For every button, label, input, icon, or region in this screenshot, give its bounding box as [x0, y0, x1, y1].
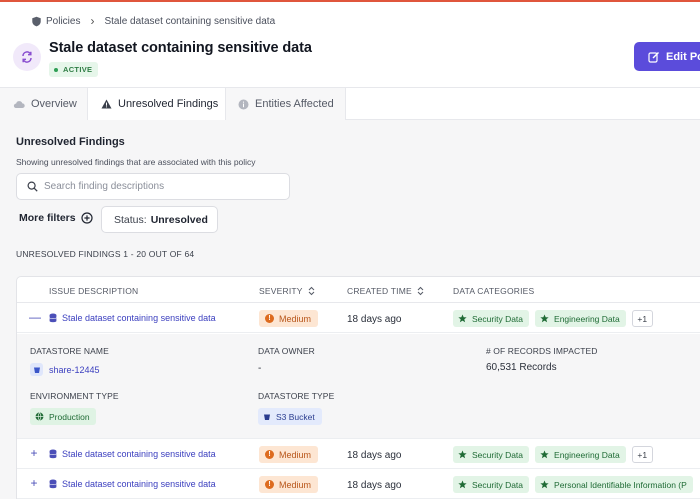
table-row[interactable]: + Stale dataset containing sensitive dat…	[17, 469, 700, 499]
warning-icon	[101, 99, 112, 109]
findings-table: ISSUE DESCRIPTION SEVERITY CREATED TIME …	[16, 276, 700, 499]
tab-entities-affected[interactable]: Entities Affected	[226, 88, 346, 120]
database-icon	[49, 313, 57, 323]
edit-icon	[648, 51, 659, 63]
more-filters-label: More filters	[19, 212, 76, 224]
data-categories: Security Data Engineering Data +1	[453, 446, 653, 463]
breadcrumb: Policies › Stale dataset containing sens…	[31, 14, 275, 28]
col-created-time[interactable]: CREATED TIME	[347, 286, 424, 296]
category-badge: Engineering Data	[535, 446, 626, 463]
info-icon	[238, 99, 249, 109]
records-impacted-value: 60,531 Records	[486, 362, 557, 373]
data-categories: Security Data Personal Identifiable Info…	[453, 476, 699, 493]
datastore-type-badge: S3 Bucket	[258, 408, 322, 425]
created-time: 18 days ago	[347, 450, 402, 461]
bucket-icon	[30, 363, 43, 376]
search-icon	[27, 181, 38, 192]
environment-badge: Production	[30, 408, 96, 425]
table-row[interactable]: + Stale dataset containing sensitive dat…	[17, 439, 700, 469]
more-categories-button[interactable]: +1	[631, 446, 653, 463]
severity-badge: ! Medium	[259, 446, 319, 463]
shield-icon	[32, 16, 41, 26]
table-row[interactable]: — Stale dataset containing sensitive dat…	[17, 303, 700, 333]
database-icon	[49, 449, 57, 459]
data-owner-label: DATA OWNER	[258, 346, 315, 356]
star-icon	[540, 314, 549, 323]
star-icon	[540, 480, 549, 489]
status-badge: ACTIVE	[49, 62, 99, 77]
page-header: Stale dataset containing sensitive data …	[13, 40, 312, 77]
alert-icon: !	[265, 314, 274, 323]
section-subtitle: Showing unresolved findings that are ass…	[16, 157, 256, 167]
search-input[interactable]	[44, 181, 264, 192]
top-accent-line	[0, 0, 700, 2]
tab-overview[interactable]: Overview	[0, 88, 88, 120]
environment-type-label: ENVIRONMENT TYPE	[30, 391, 119, 401]
issue-link[interactable]: Stale dataset containing sensitive data	[49, 479, 216, 489]
datastore-name-label: DATASTORE NAME	[30, 346, 109, 356]
edit-policy-button[interactable]: Edit Po	[634, 42, 700, 71]
bucket-icon	[264, 414, 270, 420]
edit-policy-label: Edit Po	[666, 50, 700, 63]
col-issue-description: ISSUE DESCRIPTION	[49, 286, 139, 296]
star-icon	[458, 314, 467, 323]
data-categories: Security Data Engineering Data +1	[453, 310, 653, 327]
findings-count: UNRESOLVED FINDINGS 1 - 20 OUT OF 64	[16, 249, 195, 259]
status-dot-icon	[54, 67, 58, 72]
search-box	[16, 173, 290, 200]
sort-icon	[308, 286, 314, 296]
breadcrumb-current: Stale dataset containing sensitive data	[104, 15, 276, 27]
alert-icon: !	[265, 450, 274, 459]
refresh-icon	[13, 43, 41, 71]
issue-link[interactable]: Stale dataset containing sensitive data	[49, 313, 216, 323]
cloud-icon	[13, 101, 25, 108]
expand-toggle[interactable]: +	[29, 447, 39, 459]
alert-icon: !	[265, 480, 274, 489]
category-badge: Security Data	[453, 476, 530, 493]
star-icon	[540, 450, 549, 459]
records-impacted-label: # OF RECORDS IMPACTED	[486, 346, 598, 356]
expand-toggle[interactable]: +	[29, 477, 39, 489]
findings-panel: Unresolved Findings Showing unresolved f…	[0, 120, 700, 499]
tab-unresolved-findings-label: Unresolved Findings	[118, 98, 219, 110]
col-data-categories: DATA CATEGORIES	[453, 286, 535, 296]
status-badge-label: ACTIVE	[63, 65, 93, 74]
breadcrumb-root[interactable]: Policies	[46, 16, 80, 27]
row-detail-panel: DATASTORE NAME share-12445 DATA OWNER - …	[17, 334, 700, 439]
status-filter-label: Status:	[114, 213, 147, 226]
globe-icon	[35, 412, 44, 421]
severity-badge: ! Medium	[259, 476, 319, 493]
collapse-toggle[interactable]: —	[29, 311, 41, 323]
star-icon	[458, 450, 467, 459]
database-icon	[49, 479, 57, 489]
tab-bar: Overview Unresolved Findings Entities Af…	[0, 87, 700, 120]
data-owner-value: -	[258, 363, 262, 374]
section-title: Unresolved Findings	[16, 136, 125, 148]
status-filter-value: Unresolved	[150, 213, 208, 226]
status-filter[interactable]: Status: Unresolved	[101, 206, 218, 233]
star-icon	[458, 480, 467, 489]
category-badge: Security Data	[453, 446, 530, 463]
chevron-right-icon: ›	[90, 14, 95, 28]
tab-overview-label: Overview	[31, 98, 77, 110]
more-filters-button[interactable]: More filters	[19, 212, 93, 224]
more-categories-button[interactable]: +1	[631, 310, 653, 327]
category-badge: Personal Identifiable Information (P	[535, 476, 693, 493]
category-badge: Engineering Data	[535, 310, 626, 327]
datastore-type-label: DATASTORE TYPE	[258, 391, 335, 401]
sort-icon	[417, 286, 424, 296]
col-severity[interactable]: SEVERITY	[259, 286, 315, 296]
tab-entities-affected-label: Entities Affected	[255, 98, 334, 110]
issue-link[interactable]: Stale dataset containing sensitive data	[49, 449, 216, 459]
severity-badge: ! Medium	[259, 310, 319, 327]
tab-unresolved-findings[interactable]: Unresolved Findings	[88, 88, 226, 120]
created-time: 18 days ago	[347, 480, 402, 491]
datastore-link[interactable]: share-12445	[30, 363, 100, 376]
category-badge: Security Data	[453, 310, 530, 327]
table-header: ISSUE DESCRIPTION SEVERITY CREATED TIME …	[17, 277, 700, 303]
plus-circle-icon	[81, 212, 93, 224]
created-time: 18 days ago	[347, 314, 402, 325]
page-title: Stale dataset containing sensitive data	[49, 40, 312, 56]
